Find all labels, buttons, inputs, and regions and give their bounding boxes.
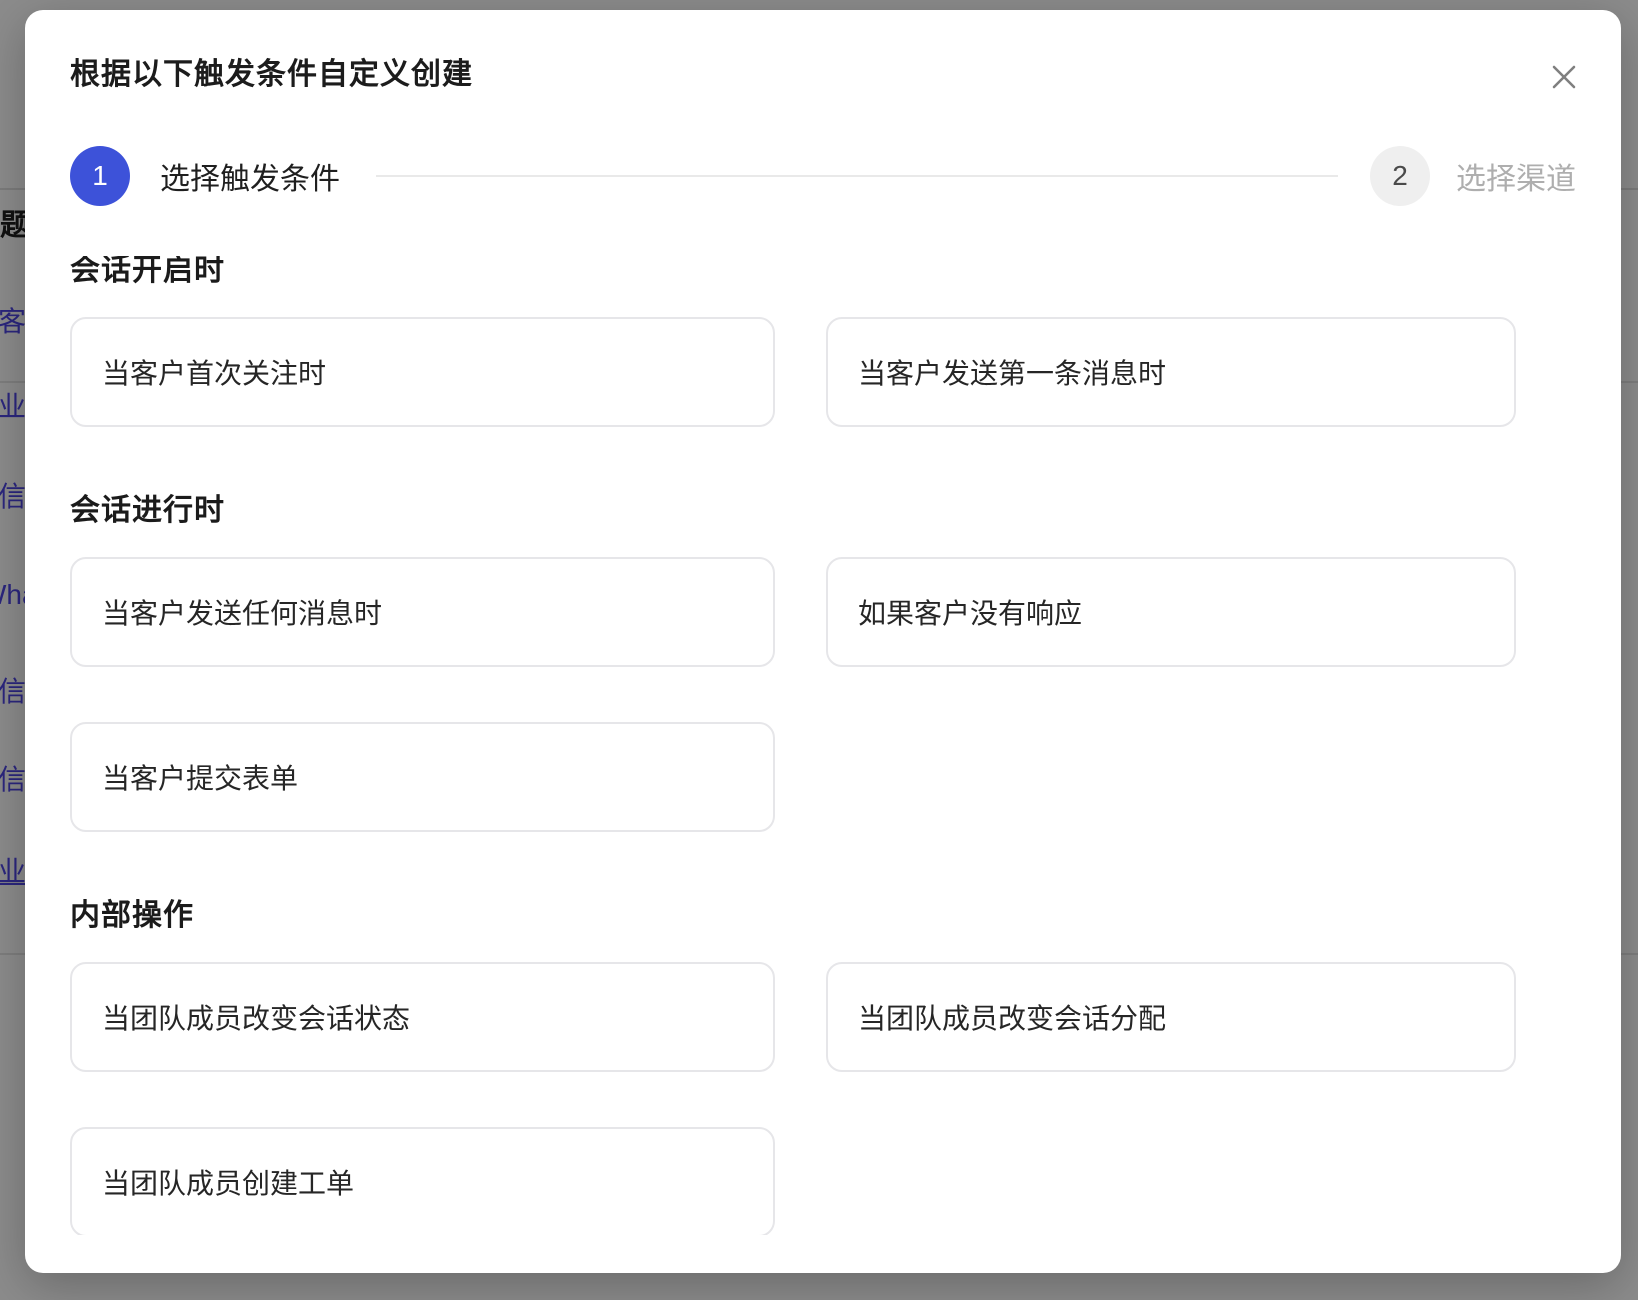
section-title: 会话开启时 xyxy=(70,256,1576,286)
create-trigger-modal: 根据以下触发条件自定义创建 1 选择触发条件 2 选择渠道 会话开启时 当客户首… xyxy=(25,10,1621,1273)
section-title: 会话进行时 xyxy=(70,496,1576,526)
trigger-card-change-status[interactable]: 当团队成员改变会话状态 xyxy=(70,962,775,1072)
step-2-label: 选择渠道 xyxy=(1456,154,1576,198)
trigger-card-label: 当团队成员改变会话分配 xyxy=(858,997,1166,1037)
trigger-card-change-assignment[interactable]: 当团队成员改变会话分配 xyxy=(826,962,1516,1072)
trigger-options-list: 会话开启时 当客户首次关注时 当客户发送第一条消息时 会话进行时 当客户发送任何… xyxy=(70,256,1576,1235)
modal-title: 根据以下触发条件自定义创建 xyxy=(70,57,1576,93)
trigger-card-label: 当客户发送第一条消息时 xyxy=(858,352,1166,392)
trigger-card-create-ticket[interactable]: 当团队成员创建工单 xyxy=(70,1127,775,1235)
trigger-card-no-response[interactable]: 如果客户没有响应 xyxy=(826,557,1516,667)
trigger-card-submit-form[interactable]: 当客户提交表单 xyxy=(70,722,775,832)
section-conversation-ongoing: 会话进行时 当客户发送任何消息时 如果客户没有响应 当客户提交表单 xyxy=(70,496,1576,832)
close-button[interactable] xyxy=(1547,60,1581,94)
step-indicator: 1 选择触发条件 2 选择渠道 xyxy=(70,146,1576,206)
trigger-card-label: 当客户提交表单 xyxy=(102,757,298,797)
section-title: 内部操作 xyxy=(70,901,1576,931)
step-2-circle: 2 xyxy=(1370,146,1430,206)
trigger-card-label: 当团队成员创建工单 xyxy=(102,1162,354,1202)
trigger-card-label: 当客户发送任何消息时 xyxy=(102,592,382,632)
trigger-card-label: 当客户首次关注时 xyxy=(102,352,326,392)
trigger-card-any-message[interactable]: 当客户发送任何消息时 xyxy=(70,557,775,667)
trigger-card-label: 如果客户没有响应 xyxy=(858,592,1082,632)
step-1-label: 选择触发条件 xyxy=(160,154,340,198)
section-internal-actions: 内部操作 当团队成员改变会话状态 当团队成员改变会话分配 当团队成员创建工单 xyxy=(70,901,1576,1235)
trigger-card-first-message[interactable]: 当客户发送第一条消息时 xyxy=(826,317,1516,427)
step-connector-line xyxy=(376,175,1338,177)
trigger-card-label: 当团队成员改变会话状态 xyxy=(102,997,410,1037)
trigger-card-first-follow[interactable]: 当客户首次关注时 xyxy=(70,317,775,427)
close-icon xyxy=(1548,61,1580,93)
section-conversation-open: 会话开启时 当客户首次关注时 当客户发送第一条消息时 xyxy=(70,256,1576,427)
step-1-circle: 1 xyxy=(70,146,130,206)
